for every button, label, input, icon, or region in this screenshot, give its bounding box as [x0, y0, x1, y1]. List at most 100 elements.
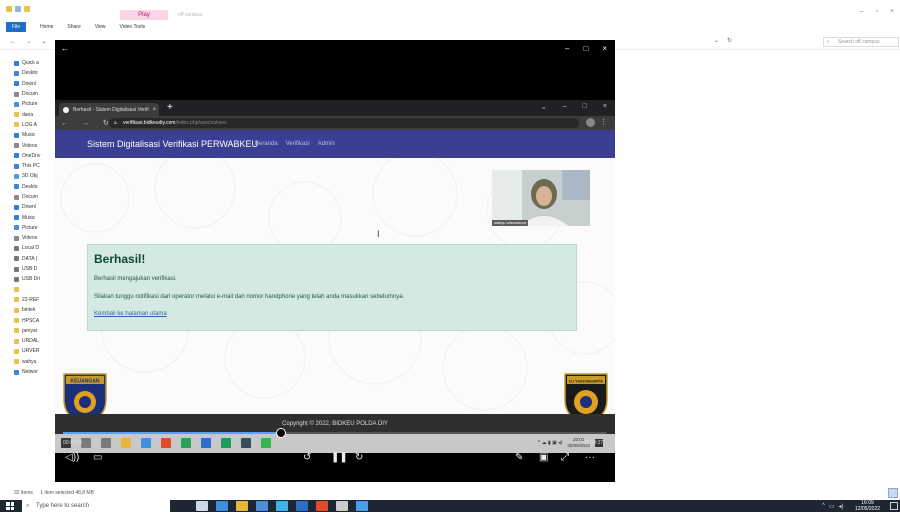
- taskbar-clock[interactable]: 16:09 12/05/2022: [855, 500, 880, 512]
- chevron-down-icon[interactable]: ⌄: [714, 37, 719, 44]
- ribbon-tab-home[interactable]: Home: [40, 24, 53, 30]
- volume-icon[interactable]: ◂): [839, 503, 844, 510]
- nav-pane-item[interactable]: Deskto: [14, 68, 54, 78]
- nav-pane-item[interactable]: URDAL: [14, 336, 54, 346]
- pen-icon[interactable]: ✎: [515, 452, 523, 463]
- profile-avatar[interactable]: [586, 118, 595, 127]
- close-icon[interactable]: ×: [890, 8, 894, 15]
- taskbar-app-icon[interactable]: [336, 501, 348, 511]
- nav-pane-item[interactable]: Quick a: [14, 58, 54, 68]
- fullscreen-icon[interactable]: ⤢: [561, 452, 569, 463]
- miniplayer-icon[interactable]: ▣: [539, 452, 548, 463]
- minimize-icon[interactable]: –: [565, 44, 569, 53]
- nav-pane-item[interactable]: DATA (: [14, 254, 54, 264]
- nav-pane-item[interactable]: Music: [14, 212, 54, 222]
- nav-pane-item[interactable]: Docum: [14, 192, 54, 202]
- nav-pane-item[interactable]: bintek: [14, 305, 54, 315]
- ribbon-tab-video-tools[interactable]: Video Tools: [120, 24, 146, 30]
- nav-pane-item[interactable]: Picture: [14, 223, 54, 233]
- nav-link-beranda[interactable]: Beranda: [255, 141, 278, 147]
- nav-pane-item[interactable]: Downl: [14, 79, 54, 89]
- taskbar-app-icon[interactable]: [276, 501, 288, 511]
- nav-pane-item-label: Videos: [22, 142, 38, 149]
- more-options-icon[interactable]: ···: [585, 452, 595, 463]
- show-hidden-icon[interactable]: ^: [822, 503, 825, 509]
- back-arrow-icon[interactable]: ←: [61, 44, 69, 53]
- nav-pane-item[interactable]: Downl: [14, 202, 54, 212]
- close-tab-icon[interactable]: ×: [153, 107, 157, 113]
- back-to-home-link[interactable]: Kembali ke halaman utama: [94, 311, 167, 317]
- nav-pane-item[interactable]: Videos: [14, 140, 54, 150]
- taskbar-app-icon[interactable]: [296, 501, 308, 511]
- seek-thumb[interactable]: [275, 428, 286, 438]
- seek-bar[interactable]: [63, 428, 607, 438]
- properties-icon[interactable]: [15, 6, 21, 12]
- refresh-icon[interactable]: ↻: [727, 37, 732, 44]
- nav-pane-item[interactable]: 3D Obj: [14, 171, 54, 181]
- chevron-down-icon[interactable]: ⌄: [541, 103, 547, 111]
- explorer-search-input[interactable]: ⌕ Search off campus: [823, 37, 899, 47]
- action-center-icon[interactable]: [890, 502, 898, 510]
- nav-pane-item[interactable]: Videos: [14, 233, 54, 243]
- taskbar-app-icon[interactable]: [236, 501, 248, 511]
- nav-pane-item[interactable]: USB D: [14, 264, 54, 274]
- skip-forward-icon[interactable]: ↻: [355, 452, 363, 463]
- minimize-icon[interactable]: –: [563, 103, 567, 111]
- folder-icon[interactable]: [6, 6, 12, 12]
- ribbon-tab-share[interactable]: Share: [67, 24, 80, 30]
- play-contextual-tab[interactable]: Play: [120, 10, 168, 20]
- maximize-icon[interactable]: □: [583, 44, 588, 53]
- nav-pane-item[interactable]: Deskto: [14, 182, 54, 192]
- maximize-icon[interactable]: □: [583, 103, 587, 111]
- elapsed-time: 00:03:51: [63, 440, 83, 446]
- volume-icon[interactable]: ◁)): [65, 452, 79, 463]
- windows-start-icon[interactable]: [6, 502, 14, 510]
- nav-pane-item[interactable]: This PC: [14, 161, 54, 171]
- ribbon-tab-file[interactable]: File: [6, 22, 27, 32]
- nav-pane-item[interactable]: Networ: [14, 367, 54, 377]
- new-folder-icon[interactable]: [24, 6, 30, 12]
- taskbar-app-icon[interactable]: [316, 501, 328, 511]
- taskbar-app-icon[interactable]: [356, 501, 368, 511]
- nav-pane-item[interactable]: [14, 285, 54, 295]
- address-bar[interactable]: 🔒︎ verifikasi.bidkeudiy.com/index.php/us…: [109, 118, 579, 128]
- site-brand[interactable]: Sistem Digitalisasi Verifikasi PERWABKEU: [87, 139, 258, 149]
- ribbon-tab-view[interactable]: View: [95, 24, 106, 30]
- recorded-app-icon: [181, 438, 191, 448]
- nav-pane-item[interactable]: Docum: [14, 89, 54, 99]
- skip-back-icon[interactable]: ↺: [303, 452, 311, 463]
- nav-pane-item[interactable]: LOG A: [14, 120, 54, 130]
- network-icon[interactable]: ▭: [829, 503, 835, 510]
- minimize-icon[interactable]: –: [860, 8, 864, 15]
- nav-pane-item[interactable]: Music: [14, 130, 54, 140]
- nav-pane-item[interactable]: USB Dri: [14, 274, 54, 284]
- close-icon[interactable]: ×: [603, 103, 607, 111]
- maximize-icon[interactable]: ▫: [875, 8, 877, 15]
- nav-pane-item[interactable]: OneDriv: [14, 151, 54, 161]
- browser-tab[interactable]: Berhasil - Sistem Digitalisasi Verifi ×: [59, 103, 159, 116]
- taskbar-search-box[interactable]: ⌕ Type here to search: [22, 500, 170, 512]
- nav-pane-item[interactable]: dana: [14, 109, 54, 119]
- nav-pane-item[interactable]: penyar: [14, 326, 54, 336]
- item-count: 32 items: [14, 490, 33, 496]
- nav-pane-item[interactable]: Local D: [14, 243, 54, 253]
- back-forward-icon[interactable]: ← → ⌄: [10, 38, 50, 45]
- details-view-icon[interactable]: [888, 488, 898, 498]
- close-icon[interactable]: ×: [602, 44, 607, 53]
- subtitles-icon[interactable]: ▭: [93, 452, 102, 463]
- nav-pane-item[interactable]: 22-REF: [14, 295, 54, 305]
- taskbar-app-icon[interactable]: [196, 501, 208, 511]
- new-tab-icon[interactable]: +: [167, 103, 173, 113]
- nav-pane-item[interactable]: wahyu: [14, 357, 54, 367]
- video-frame[interactable]: Berhasil - Sistem Digitalisasi Verifi × …: [55, 100, 615, 453]
- nav-pane-item[interactable]: HPSCA: [14, 315, 54, 325]
- site-footer: Copyright © 2022, BIDKEU POLDA DIY: [55, 414, 615, 434]
- nav-pane-item[interactable]: Picture: [14, 99, 54, 109]
- nav-pane-item[interactable]: URVER: [14, 346, 54, 356]
- nav-link-admin[interactable]: Admin: [318, 141, 335, 147]
- taskbar-app-icon[interactable]: [256, 501, 268, 511]
- pause-icon[interactable]: ❚❚: [331, 452, 348, 463]
- nav-link-verifikasi[interactable]: Verifikasi: [286, 141, 310, 147]
- taskbar-app-icon[interactable]: [216, 501, 228, 511]
- more-menu-icon[interactable]: ⋮: [600, 118, 607, 126]
